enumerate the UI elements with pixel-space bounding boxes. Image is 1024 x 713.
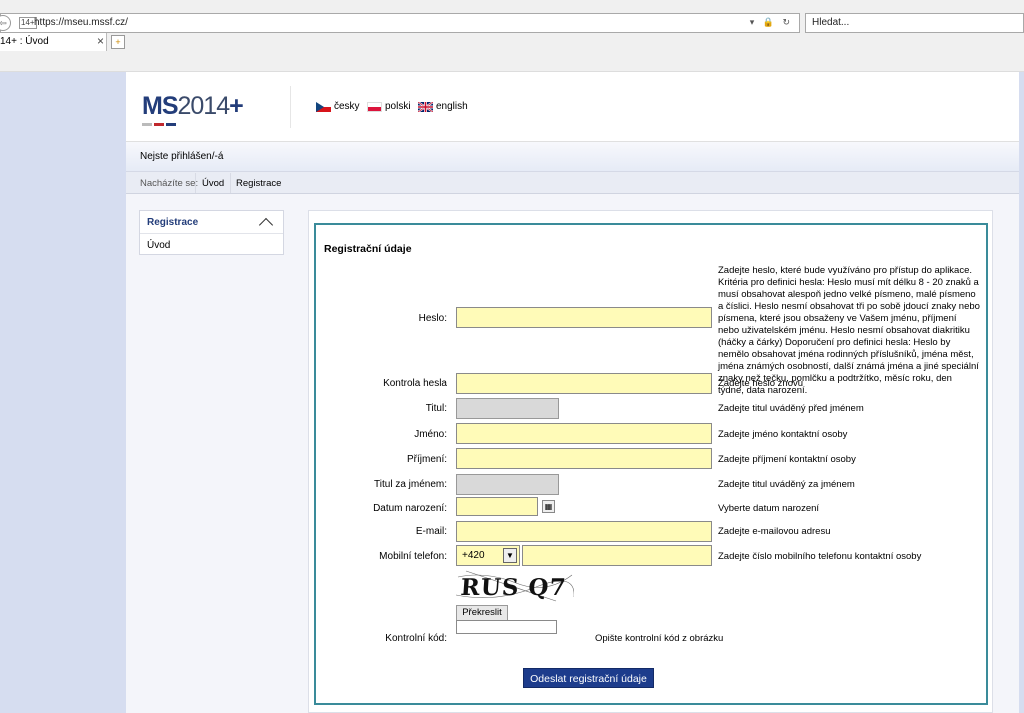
surname-hint: Zadejte příjmení kontaktní osoby <box>718 454 856 465</box>
captcha-code-hint: Opište kontrolní kód z obrázku <box>595 633 724 644</box>
sidebar-item-uvod[interactable]: Úvod <box>147 240 170 251</box>
title-before-input[interactable] <box>456 398 559 419</box>
surname-label: Příjmení: <box>406 454 447 465</box>
title-before-label: Titul: <box>425 403 447 414</box>
calendar-icon[interactable]: ▦ <box>542 500 555 513</box>
lang-czech[interactable]: česky <box>316 101 360 112</box>
password-confirm-hint: Zadejte heslo znovu <box>718 378 804 389</box>
breadcrumb-separator <box>188 173 196 193</box>
title-before-hint: Zadejte titul uváděný před jménem <box>718 403 864 414</box>
phone-input[interactable] <box>522 545 712 566</box>
lang-english[interactable]: english <box>418 101 468 112</box>
surname-input[interactable] <box>456 448 712 469</box>
url-text[interactable]: https://mseu.mssf.cz/ <box>34 17 128 28</box>
title-after-label: Titul za jménem: <box>374 479 447 490</box>
captcha-text: RUS Q7 <box>460 574 568 601</box>
phone-prefix-value: +420 <box>462 550 485 561</box>
lang-czech-label: česky <box>334 101 360 112</box>
phone-prefix-select[interactable]: +420 ▼ <box>456 545 520 566</box>
sidebar-menu: Registrace Úvod <box>139 210 284 255</box>
login-status-bar: Nejste přihlášen/-á <box>126 142 1019 172</box>
address-bar[interactable]: ⇦ 14+ https://mseu.mssf.cz/ ▾ 🔒 ↻ <box>0 13 800 33</box>
address-bar-controls[interactable]: ▾ 🔒 ↻ <box>750 17 793 28</box>
email-hint: Zadejte e-mailovou adresu <box>718 526 831 537</box>
redraw-captcha-button[interactable]: Překreslit <box>456 605 508 621</box>
chevron-down-icon[interactable]: ▼ <box>503 548 517 563</box>
uk-flag-icon <box>418 101 433 112</box>
back-arrow-icon[interactable]: ⇦ <box>0 15 11 31</box>
page-background: MS2014+ česky polski english Nejste přih… <box>0 72 1024 713</box>
breadcrumb: Nacházíte se: Úvod Registrace <box>126 172 1019 194</box>
lang-english-label: english <box>436 101 468 112</box>
first-name-label: Jméno: <box>414 429 447 440</box>
sidebar-header[interactable]: Registrace <box>140 211 283 234</box>
breadcrumb-home[interactable]: Úvod <box>202 178 224 189</box>
submit-registration-button[interactable]: Odeslat registrační údaje <box>523 668 654 688</box>
site-header: MS2014+ česky polski english <box>126 72 1019 142</box>
browser-chrome: ⇦ 14+ https://mseu.mssf.cz/ ▾ 🔒 ↻ Hledat… <box>0 0 1024 72</box>
lang-polish[interactable]: polski <box>367 101 411 112</box>
header-divider <box>290 86 291 128</box>
search-placeholder: Hledat... <box>812 17 850 28</box>
chevron-up-icon[interactable] <box>258 217 274 233</box>
captcha-code-label: Kontrolní kód: <box>385 633 447 644</box>
form-title: Registrační údaje <box>324 243 412 255</box>
title-after-input[interactable] <box>456 474 559 495</box>
lang-polish-label: polski <box>385 101 411 112</box>
sidebar-title: Registrace <box>147 217 199 228</box>
email-label: E-mail: <box>415 526 447 537</box>
czech-flag-icon <box>316 101 331 112</box>
search-bar[interactable]: Hledat... <box>805 13 1024 33</box>
birthdate-label: Datum narození: <box>373 503 447 514</box>
password-input[interactable] <box>456 307 712 328</box>
polish-flag-icon <box>367 101 382 112</box>
login-status-text: Nejste přihlášen/-á <box>140 151 224 162</box>
logo-bars <box>142 117 182 126</box>
birthdate-hint: Vyberte datum narození <box>718 503 820 514</box>
captcha-image: RUS Q7 <box>455 569 575 603</box>
registration-panel: Registrační údaje Heslo: Zadejte heslo, … <box>314 223 988 705</box>
first-name-hint: Zadejte jméno kontaktní osoby <box>718 429 848 440</box>
title-after-hint: Zadejte titul uváděný za jménem <box>718 479 855 490</box>
main-container: MS2014+ česky polski english Nejste přih… <box>126 72 1019 713</box>
breadcrumb-separator <box>223 173 231 193</box>
password-label: Heslo: <box>418 313 447 324</box>
browser-tab[interactable]: 14+ : Úvod × <box>0 33 107 51</box>
first-name-input[interactable] <box>456 423 712 444</box>
registration-box: Registrační údaje Heslo: Zadejte heslo, … <box>308 210 993 713</box>
new-tab-icon[interactable]: + <box>111 35 125 49</box>
captcha-code-input[interactable] <box>456 620 557 634</box>
password-confirm-input[interactable] <box>456 373 712 394</box>
password-confirm-label: Kontrola hesla <box>383 378 447 389</box>
browser-toolbar <box>0 52 1024 72</box>
phone-label: Mobilní telefon: <box>379 551 447 562</box>
birthdate-input[interactable] <box>456 497 538 516</box>
breadcrumb-current: Registrace <box>236 178 282 189</box>
email-input[interactable] <box>456 521 712 542</box>
tab-label: 14+ : Úvod <box>0 36 49 47</box>
phone-hint: Zadejte číslo mobilního telefonu kontakt… <box>718 551 922 562</box>
tab-close-icon[interactable]: × <box>97 34 104 48</box>
